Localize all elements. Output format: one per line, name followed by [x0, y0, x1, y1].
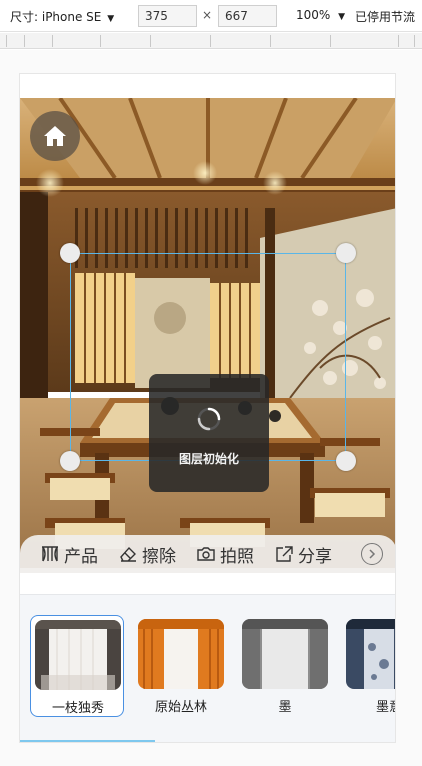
camera-icon [197, 547, 215, 561]
product-thumbnail-2 [138, 619, 224, 689]
product-thumbnail-3 [242, 619, 328, 689]
home-button[interactable] [30, 111, 80, 161]
loading-label: 图层初始化 [178, 452, 239, 466]
zoom-label: 100% [296, 8, 331, 22]
product-name-2: 原始丛林 [154, 700, 207, 715]
product-list[interactable]: 一枝独秀 原始丛林 墨 墨 [30, 615, 395, 719]
product-label: 产品 [64, 546, 98, 567]
erase-button[interactable]: 擦除 [118, 542, 176, 567]
product-thumbnail-strip: 一枝独秀 原始丛林 墨 墨 [20, 594, 395, 742]
dimension-separator: × [202, 8, 213, 22]
product-thumbnail-1 [35, 620, 121, 690]
devtools-device-toolbar: 尺寸: iPhone SE ▼ × 100% ▼ 已停用节流 [0, 0, 422, 32]
width-input[interactable] [138, 5, 197, 27]
product-card-3[interactable]: 墨 [238, 615, 332, 717]
device-size-label: 尺寸: iPhone SE [10, 10, 102, 24]
throttle-label: 已停用节流 [355, 10, 416, 24]
home-icon [44, 126, 66, 146]
erase-label: 擦除 [142, 546, 176, 567]
share-label: 分享 [298, 546, 332, 567]
product-card-2[interactable]: 原始丛林 [134, 615, 228, 717]
throttle-select[interactable]: 已停用节流 [355, 8, 415, 25]
loading-spinner-icon [197, 407, 221, 431]
loading-toast: 图层初始化 [149, 374, 269, 492]
dropdown-caret-icon: ▼ [107, 14, 115, 24]
photo-label: 拍照 [220, 546, 254, 567]
resize-handle-bottom-right[interactable] [336, 451, 356, 471]
phone-viewport: 图层初始化 产品 擦除 拍照 分享 一枝独秀 原始丛林 墨 墨 [19, 73, 396, 743]
resize-handle-top-right[interactable] [336, 243, 356, 263]
share-icon [276, 546, 293, 562]
room-scene-image: 图层初始化 [20, 98, 395, 568]
product-name-4: 墨意 [375, 700, 395, 715]
media-query-ruler [0, 33, 422, 49]
product-card-1[interactable]: 一枝独秀 [30, 615, 124, 717]
strip-divider [20, 594, 395, 595]
chevron-right-icon [369, 549, 376, 559]
dropdown-caret-icon: ▼ [338, 12, 346, 22]
eraser-icon [120, 546, 136, 562]
resize-handle-bottom-left[interactable] [60, 451, 80, 471]
strip-scroll-indicator[interactable] [20, 740, 155, 742]
product-thumbnail-4 [346, 619, 395, 689]
action-toolbar: 产品 擦除 拍照 分享 [20, 535, 395, 573]
product-icon [42, 546, 58, 562]
device-size-select[interactable]: 尺寸: iPhone SE ▼ [10, 8, 114, 25]
resize-handle-top-left[interactable] [60, 243, 80, 263]
product-name-3: 墨 [278, 700, 292, 715]
height-input[interactable] [218, 5, 277, 27]
photo-button[interactable]: 拍照 [196, 542, 254, 567]
share-button[interactable]: 分享 [274, 542, 332, 567]
product-button[interactable]: 产品 [40, 542, 98, 567]
product-card-4[interactable]: 墨意 [342, 615, 395, 717]
product-name-1: 一枝独秀 [51, 701, 104, 716]
zoom-select[interactable]: 100% ▼ [296, 8, 345, 22]
more-tools-button[interactable] [361, 543, 383, 565]
